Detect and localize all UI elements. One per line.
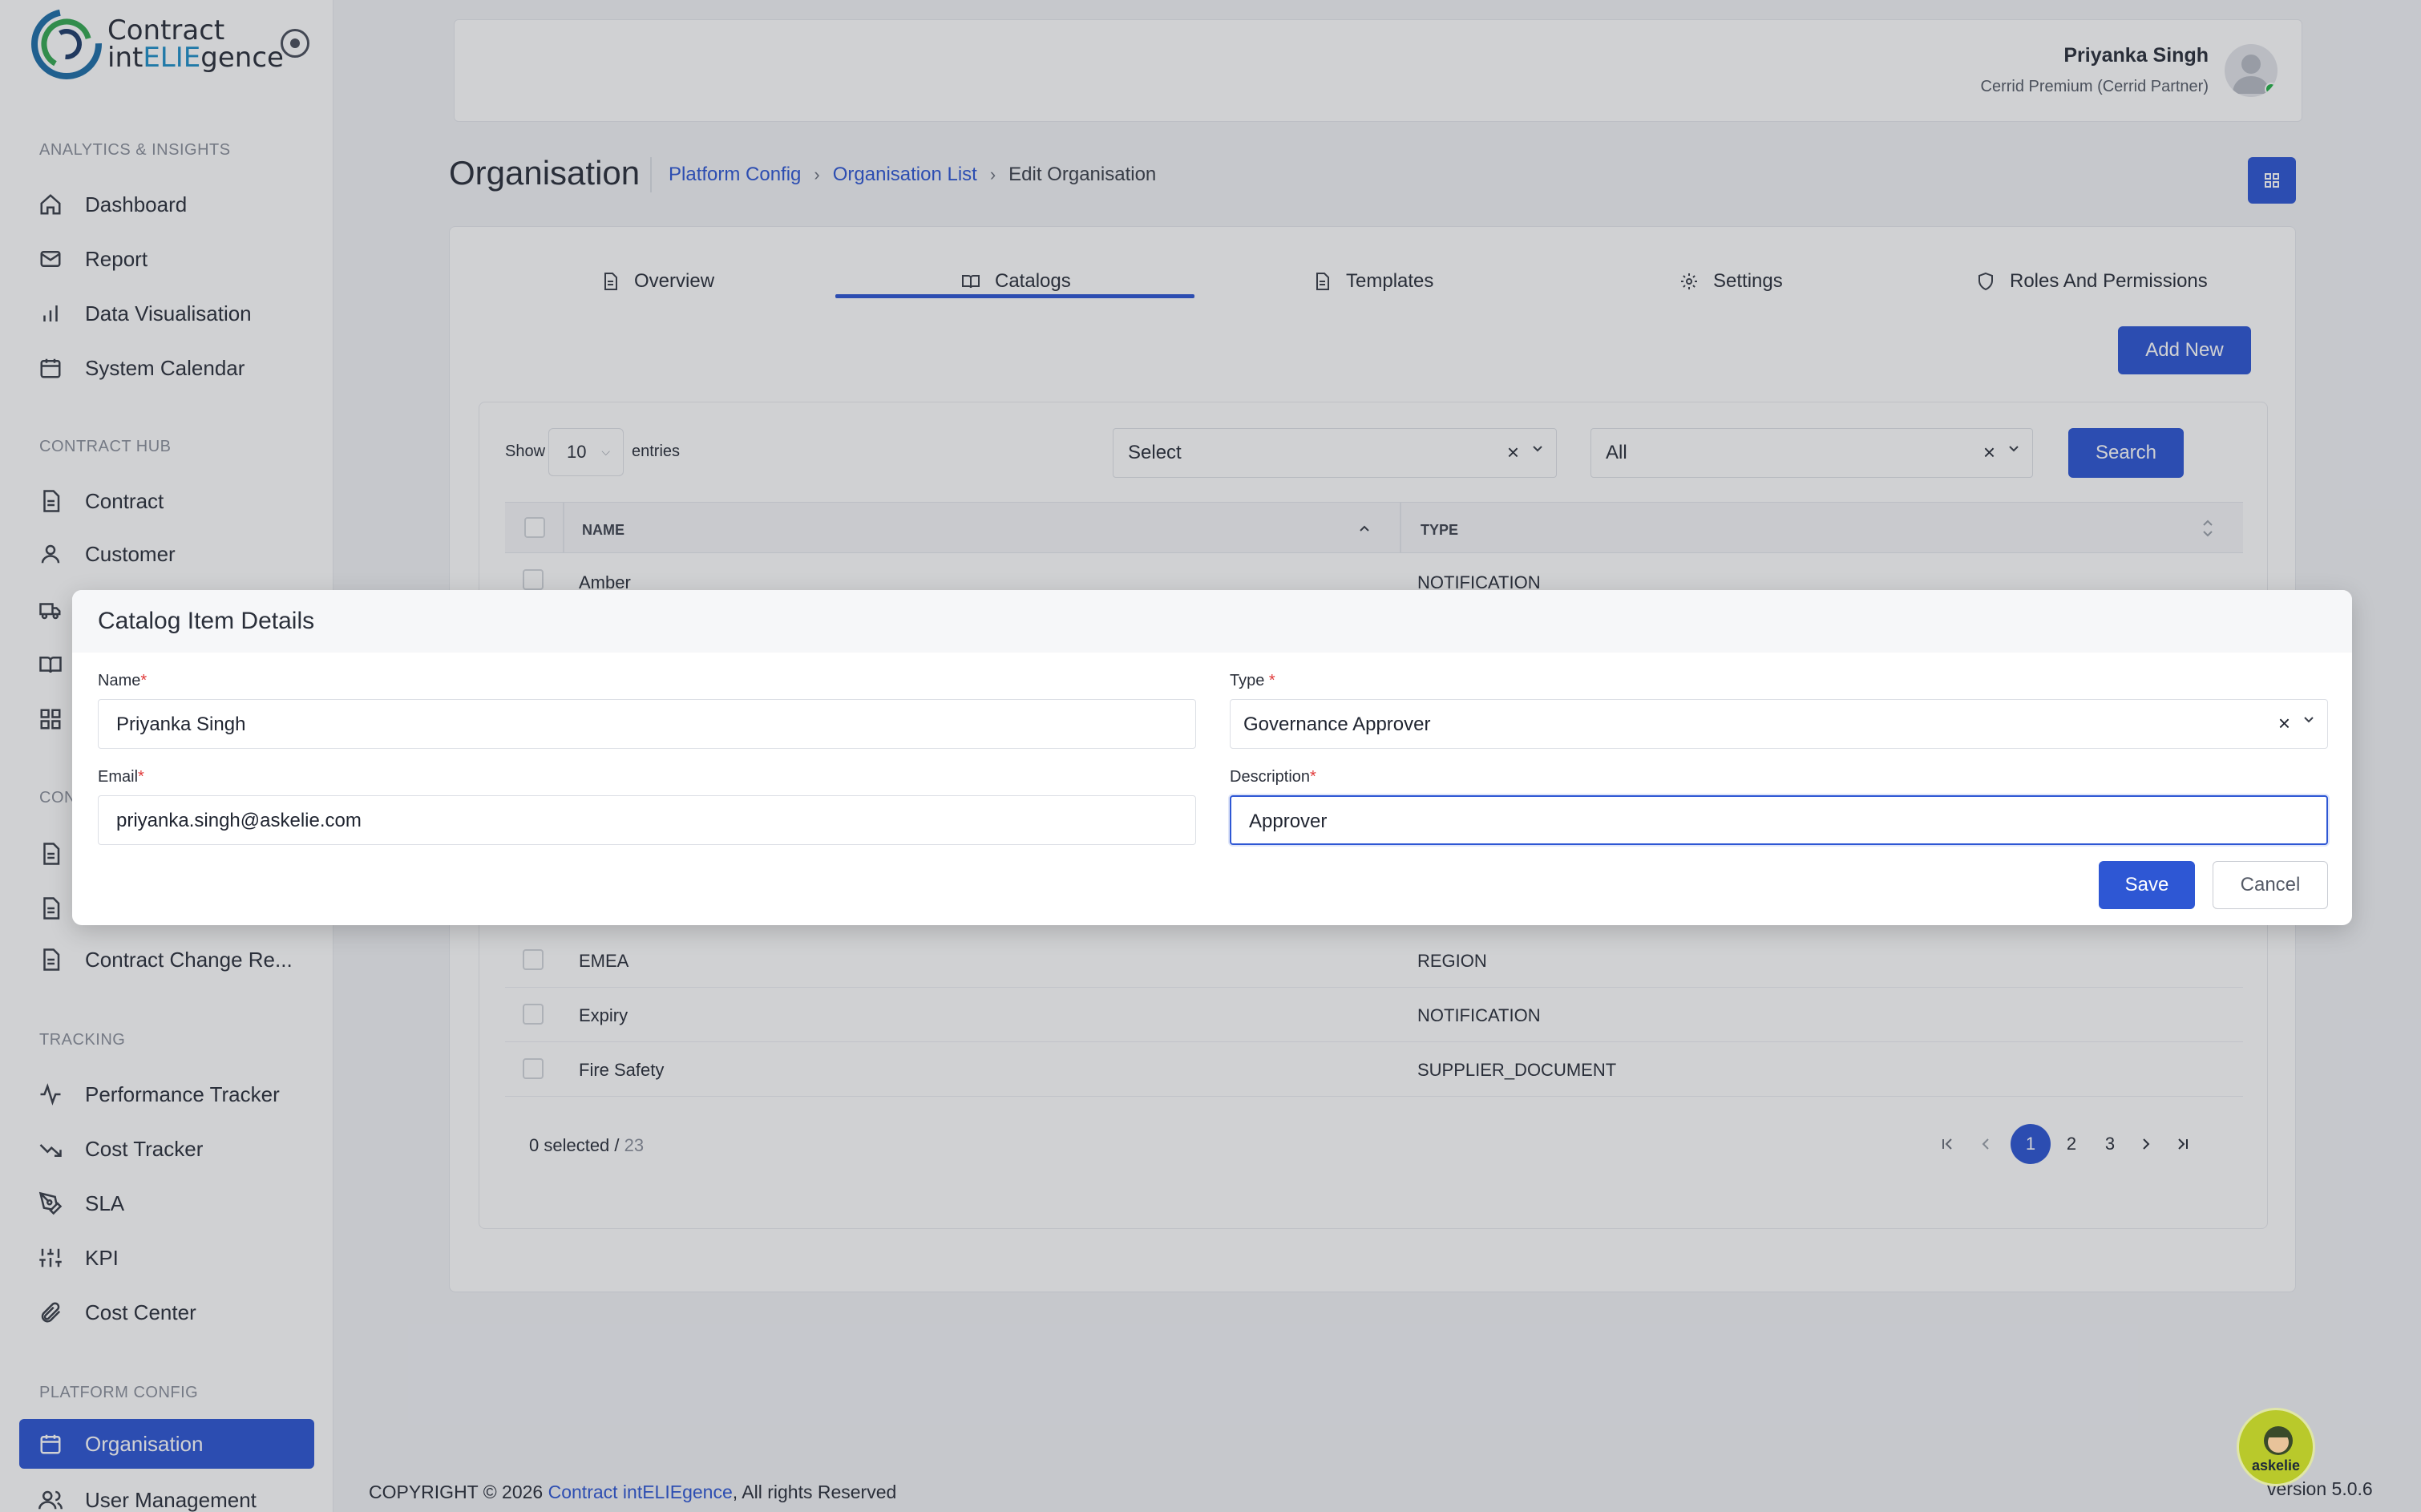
catalog-item-modal: Catalog Item Details Name* Priyanka Sing… <box>72 590 2352 925</box>
email-value: priyanka.singh@askelie.com <box>116 810 362 831</box>
modal-header: Catalog Item Details <box>72 590 2352 653</box>
name-label: Name* <box>98 672 148 689</box>
required-mark: * <box>1268 672 1275 689</box>
description-label: Description* <box>1230 768 1316 786</box>
name-value: Priyanka Singh <box>116 714 246 735</box>
required-mark: * <box>140 672 148 689</box>
description-input[interactable]: Approver <box>1230 795 2328 845</box>
chevron-down-icon <box>2304 717 2314 723</box>
askelie-assistant-button[interactable]: askelie <box>2237 1408 2315 1486</box>
type-value: Governance Approver <box>1243 714 1431 735</box>
email-field[interactable]: priyanka.singh@askelie.com <box>98 795 1196 845</box>
assistant-avatar-icon <box>2264 1426 2293 1455</box>
type-label: Type * <box>1230 672 1275 689</box>
type-select[interactable]: Governance Approver × <box>1230 699 2328 749</box>
save-button[interactable]: Save <box>2099 861 2195 909</box>
description-value: Approver <box>1249 811 1328 832</box>
clear-icon[interactable]: × <box>2278 711 2290 736</box>
email-label: Email* <box>98 768 144 786</box>
cancel-button[interactable]: Cancel <box>2213 861 2328 909</box>
required-mark: * <box>1310 768 1316 786</box>
name-input[interactable]: Priyanka Singh <box>98 699 1196 749</box>
required-mark: * <box>138 768 144 786</box>
modal-title: Catalog Item Details <box>98 608 315 634</box>
assistant-label: askelie <box>2251 1457 2301 1474</box>
